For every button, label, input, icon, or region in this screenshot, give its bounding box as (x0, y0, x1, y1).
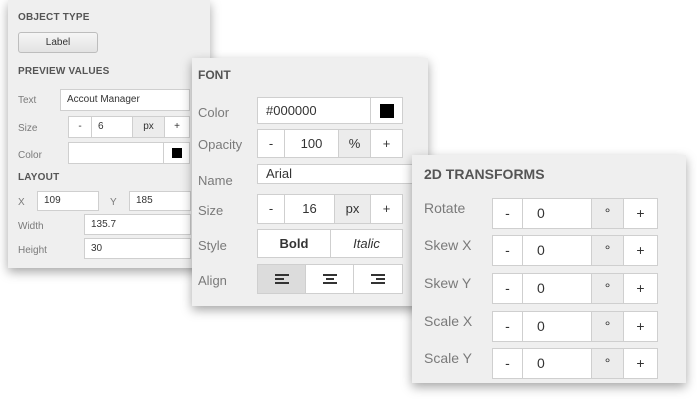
opacity-decrement-button[interactable]: - (257, 129, 285, 158)
scale-x-input[interactable]: 0 (522, 311, 592, 342)
width-label: Width (18, 221, 44, 232)
font-size-decrement-button[interactable]: - (257, 194, 285, 224)
align-left-button[interactable] (257, 264, 306, 294)
scale-y-decrement-button[interactable]: - (492, 348, 523, 379)
rotate-input[interactable]: 0 (522, 198, 592, 229)
skew-y-label: Skew Y (424, 275, 472, 291)
y-label: Y (110, 197, 117, 208)
align-label: Align (198, 273, 227, 288)
scale-x-unit: ° (591, 311, 624, 342)
scale-y-increment-button[interactable]: + (623, 348, 658, 379)
bold-button[interactable]: Bold (257, 229, 331, 258)
rotate-label: Rotate (424, 200, 466, 216)
align-left-icon (274, 272, 289, 286)
font-size-unit: px (334, 194, 371, 224)
size-decrement-button[interactable]: - (68, 116, 92, 138)
font-color-swatch (380, 104, 394, 118)
font-color-picker-button[interactable] (370, 97, 403, 124)
scale-y-unit: ° (591, 348, 624, 379)
font-name-input[interactable]: Arial (257, 164, 428, 184)
rotate-unit: ° (591, 198, 624, 229)
opacity-increment-button[interactable]: + (370, 129, 403, 158)
font-color-input[interactable]: #000000 (257, 97, 371, 124)
scale-y-label: Scale Y (424, 350, 472, 366)
align-center-icon (322, 272, 337, 286)
text-input[interactable]: Accout Manager (60, 89, 190, 111)
skew-y-decrement-button[interactable]: - (492, 273, 523, 304)
size-unit: px (132, 116, 165, 138)
scale-x-label: Scale X (424, 313, 473, 329)
color-label: Color (18, 150, 42, 161)
font-name-label: Name (198, 173, 233, 188)
italic-button[interactable]: Italic (330, 229, 403, 258)
y-input[interactable]: 185 (129, 191, 191, 211)
font-style-label: Style (198, 238, 227, 253)
scale-y-input[interactable]: 0 (522, 348, 592, 379)
align-center-button[interactable] (305, 264, 354, 294)
skew-y-increment-button[interactable]: + (623, 273, 658, 304)
layout-heading: LAYOUT (18, 172, 60, 183)
size-input[interactable]: 6 (91, 116, 133, 138)
rotate-decrement-button[interactable]: - (492, 198, 523, 229)
font-panel: FONT Color #000000 Opacity - 100 % + Nam… (192, 58, 428, 306)
scale-x-increment-button[interactable]: + (623, 311, 658, 342)
skew-y-unit: ° (591, 273, 624, 304)
properties-panel: OBJECT TYPE Label PREVIEW VALUES Text Ac… (8, 0, 210, 268)
font-size-increment-button[interactable]: + (370, 194, 403, 224)
height-label: Height (18, 245, 47, 256)
width-input[interactable]: 135.7 (84, 214, 191, 235)
x-label: X (18, 197, 25, 208)
text-label: Text (18, 95, 37, 106)
opacity-label: Opacity (198, 137, 243, 152)
opacity-unit: % (338, 129, 371, 158)
label-type-button[interactable]: Label (18, 32, 98, 53)
skew-x-unit: ° (591, 235, 624, 266)
font-heading: FONT (198, 68, 231, 82)
font-color-label: Color (198, 105, 230, 120)
transforms-heading: 2D TRANSFORMS (424, 166, 545, 182)
opacity-input[interactable]: 100 (284, 129, 339, 158)
object-type-heading: OBJECT TYPE (18, 12, 90, 23)
size-label: Size (18, 123, 38, 134)
skew-x-increment-button[interactable]: + (623, 235, 658, 266)
font-size-input[interactable]: 16 (284, 194, 335, 224)
skew-x-decrement-button[interactable]: - (492, 235, 523, 266)
x-input[interactable]: 109 (37, 191, 99, 211)
skew-x-input[interactable]: 0 (522, 235, 592, 266)
skew-y-input[interactable]: 0 (522, 273, 592, 304)
align-right-icon (371, 272, 385, 286)
align-right-button[interactable] (353, 264, 403, 294)
size-increment-button[interactable]: + (164, 116, 190, 138)
rotate-increment-button[interactable]: + (623, 198, 658, 229)
color-input[interactable] (68, 142, 164, 164)
font-size-label: Size (198, 203, 224, 218)
height-input[interactable]: 30 (84, 238, 191, 259)
color-swatch (172, 148, 182, 158)
skew-x-label: Skew X (424, 237, 472, 253)
transforms-panel: 2D TRANSFORMS Rotate - 0 ° + Skew X - 0 … (412, 155, 686, 383)
preview-values-heading: PREVIEW VALUES (18, 66, 110, 77)
color-picker-button[interactable] (163, 142, 190, 164)
scale-x-decrement-button[interactable]: - (492, 311, 523, 342)
